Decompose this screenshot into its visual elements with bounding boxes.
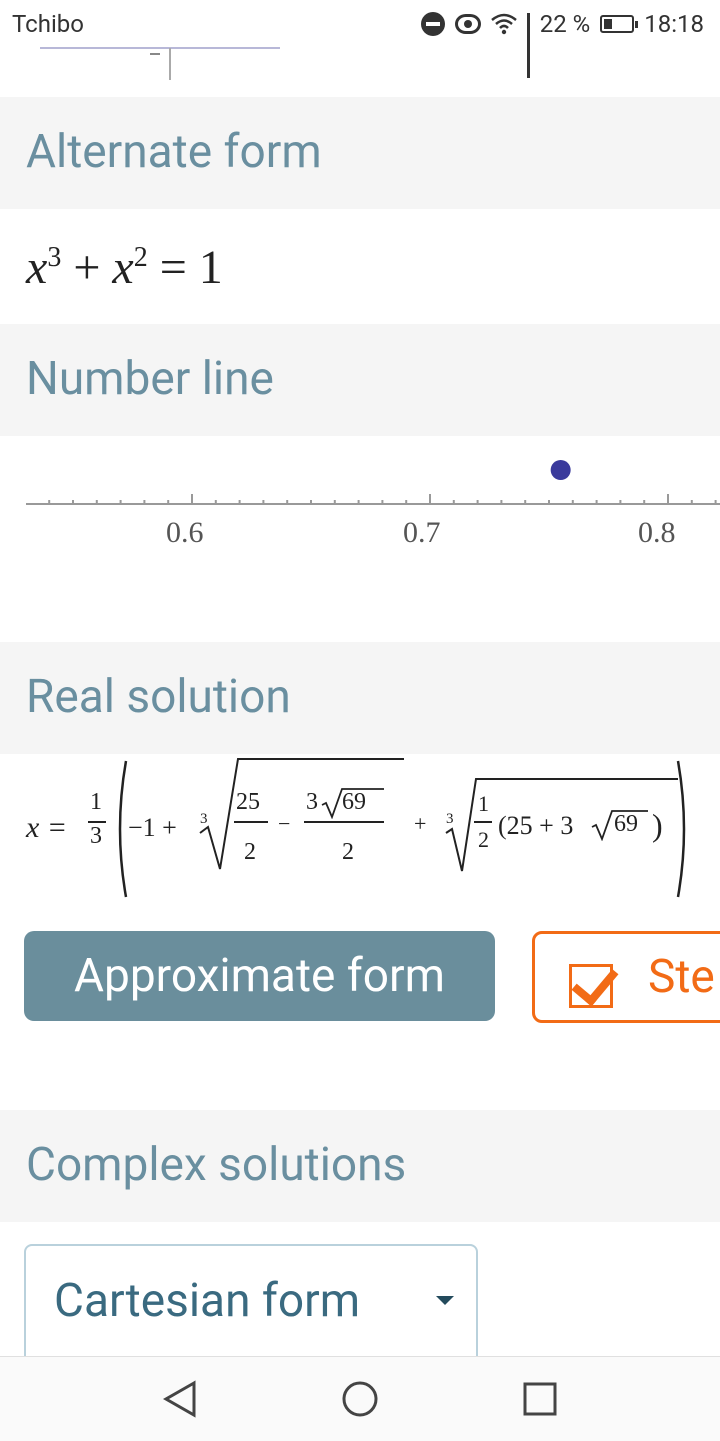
battery-icon	[600, 15, 639, 33]
alternate-form-header: Alternate form	[0, 97, 720, 209]
equals-sign: =	[159, 241, 187, 294]
complex-solutions-title: Complex solutions	[26, 1138, 407, 1192]
inner-expr: (25 + 3	[498, 811, 574, 840]
number-line-plot	[26, 460, 720, 505]
do-not-disturb-icon	[420, 12, 445, 36]
minus-one-plus: −1 +	[128, 813, 177, 842]
frac-bar	[234, 821, 268, 823]
exponent-2: 2	[133, 242, 148, 273]
plot-fragment	[40, 47, 280, 80]
approximate-form-label: Approximate form	[74, 949, 445, 1003]
checkbox-icon	[569, 964, 613, 1008]
inner-close: )	[652, 807, 663, 843]
tick-label-0.7: 0.7	[403, 516, 441, 549]
real-solution-formula: x = 1 3 −1 + 3 25 2 − 3 69 2 + 3 1 2 (25…	[0, 755, 720, 905]
wifi-icon	[490, 13, 517, 35]
frac-bar	[304, 821, 384, 823]
formula-lhs: x =	[26, 811, 68, 844]
carrier-name: Tchibo	[12, 10, 84, 38]
exponent-3: 3	[47, 242, 62, 273]
home-icon[interactable]	[340, 1379, 380, 1419]
clock: 18:18	[644, 10, 704, 38]
num-25: 25	[236, 789, 260, 815]
recents-icon[interactable]	[522, 1381, 558, 1417]
step-by-step-button[interactable]: Ste	[532, 931, 720, 1023]
frac-bar	[474, 821, 492, 823]
half-num: 1	[478, 791, 489, 816]
half-den: 2	[478, 827, 489, 852]
form-selector-dropdown[interactable]: Cartesian form	[24, 1244, 478, 1364]
number-line-header: Number line	[0, 324, 720, 436]
caret-down-icon	[436, 1296, 454, 1305]
dropdown-selected-value: Cartesian form	[54, 1274, 361, 1328]
complex-solutions-header: Complex solutions	[0, 1110, 720, 1222]
back-icon[interactable]	[162, 1379, 198, 1419]
approximate-form-button[interactable]: Approximate form	[24, 931, 495, 1021]
num-69: 69	[342, 789, 366, 815]
var-x: x	[26, 241, 48, 294]
number-line-title: Number line	[26, 352, 274, 406]
paren-left	[118, 760, 128, 898]
battery-percent: 22 %	[539, 10, 591, 38]
eye-comfort-icon	[454, 14, 481, 34]
minus-sign: −	[278, 811, 291, 836]
tick-label-0.6: 0.6	[166, 516, 204, 549]
inner-69: 69	[614, 811, 638, 837]
den-2: 2	[244, 839, 256, 865]
rhs-value: 1	[198, 241, 223, 294]
plus-sign: +	[414, 811, 427, 836]
real-solution-title: Real solution	[26, 670, 291, 724]
status-icons: 22 % 18:18	[420, 10, 704, 78]
paren-right	[676, 760, 686, 898]
frac-third-num: 1	[90, 789, 102, 815]
plus-sign: +	[73, 241, 101, 294]
real-solution-header: Real solution	[0, 642, 720, 754]
frac-third-den: 3	[90, 823, 102, 849]
navigation-bar	[0, 1356, 720, 1441]
step-by-step-label: Ste	[648, 950, 715, 1004]
den-2: 2	[342, 839, 354, 865]
tick-label-0.8: 0.8	[638, 516, 676, 549]
var-x: x	[112, 241, 134, 294]
signal-icon	[526, 13, 530, 78]
alternate-form-equation: x3 + x2 = 1	[26, 240, 223, 295]
solution-point	[550, 460, 571, 480]
alternate-form-title: Alternate form	[26, 125, 322, 179]
num-3: 3	[306, 789, 318, 815]
